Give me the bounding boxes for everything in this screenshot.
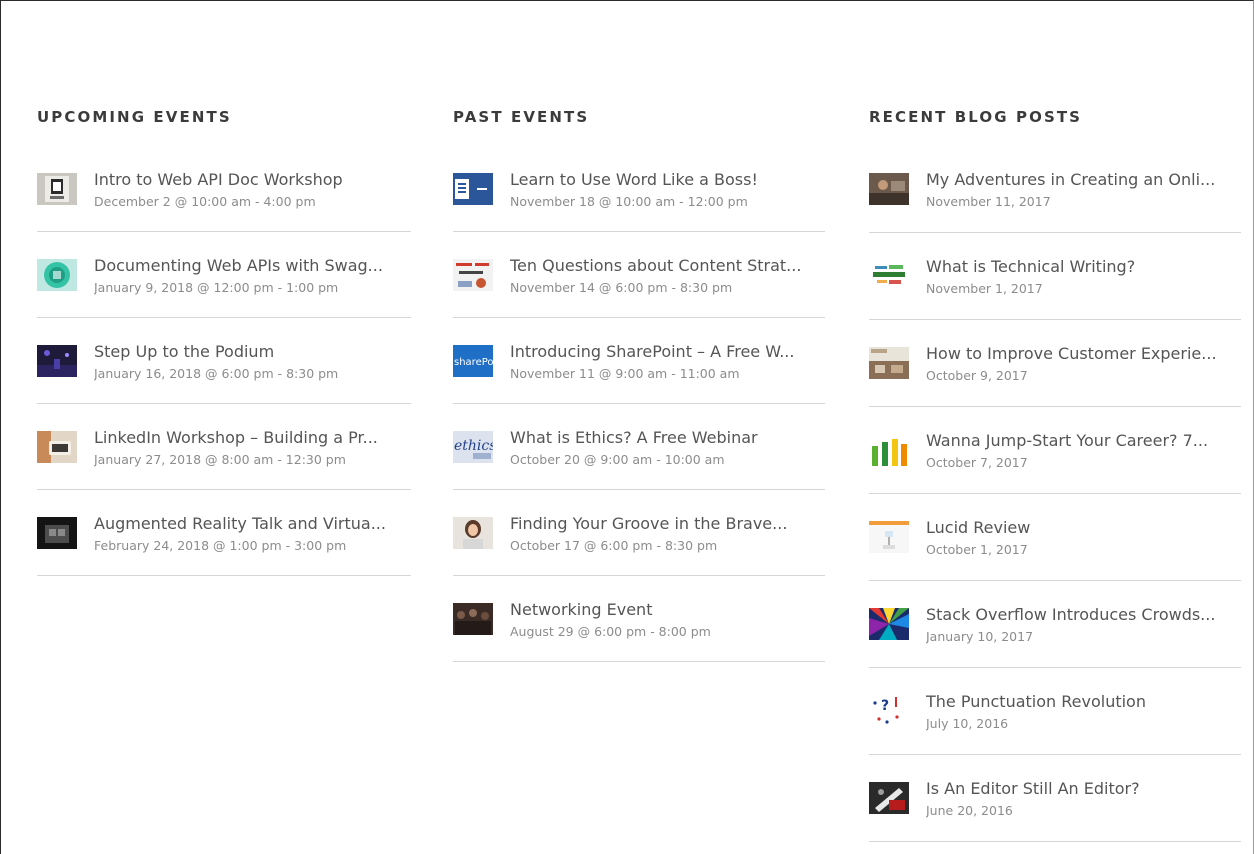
event-title-link[interactable]: Introducing SharePoint – A Free W... xyxy=(510,342,825,362)
blog-post-date: July 10, 2016 xyxy=(926,716,1009,731)
event-date: February 24, 2018 @ 1:00 pm - 3:00 pm xyxy=(94,538,347,553)
blog-post-title-link[interactable]: Stack Overflow Introduces Crowds... xyxy=(926,605,1241,625)
vr-headset-thumbnail[interactable] xyxy=(37,517,77,549)
event-date: January 16, 2018 @ 6:00 pm - 8:30 pm xyxy=(94,366,339,381)
ethics-thumbnail-text: ethics xyxy=(454,438,493,454)
list-item[interactable]: ethics What is Ethics? A Free Webinar Oc… xyxy=(453,404,825,490)
event-title-link[interactable]: Step Up to the Podium xyxy=(94,342,411,362)
list-item[interactable]: Learn to Use Word Like a Boss! November … xyxy=(453,146,825,232)
event-date: October 17 @ 6:00 pm - 8:30 pm xyxy=(510,538,718,553)
recent-blog-posts-heading: RECENT BLOG POSTS xyxy=(869,108,1083,126)
event-title-link[interactable]: Intro to Web API Doc Workshop xyxy=(94,170,411,190)
list-item[interactable]: sharePo Introducing SharePoint – A Free … xyxy=(453,318,825,404)
list-item[interactable]: How to Improve Customer Experie... Octob… xyxy=(869,320,1241,407)
event-title-link[interactable]: Ten Questions about Content Strat... xyxy=(510,256,825,276)
list-item[interactable]: Stack Overflow Introduces Crowds... Janu… xyxy=(869,581,1241,668)
desk-photo-thumbnail[interactable] xyxy=(869,173,909,205)
list-item[interactable]: Lucid Review October 1, 2017 xyxy=(869,494,1241,581)
api-logo-thumbnail[interactable] xyxy=(37,259,77,291)
punctuation-thumbnail-text: ? xyxy=(881,698,889,714)
event-date: November 14 @ 6:00 pm - 8:30 pm xyxy=(510,280,733,295)
list-item[interactable]: LinkedIn Workshop – Building a Pr... Jan… xyxy=(37,404,411,490)
event-date: January 27, 2018 @ 8:00 am - 12:30 pm xyxy=(94,452,346,467)
list-item[interactable]: Intro to Web API Doc Workshop December 2… xyxy=(37,146,411,232)
blog-post-date: January 10, 2017 xyxy=(926,629,1034,644)
blog-post-date: June 20, 2016 xyxy=(926,803,1013,818)
punctuation-thumbnail[interactable]: ? xyxy=(869,695,909,727)
list-item[interactable]: Is An Editor Still An Editor? June 20, 2… xyxy=(869,755,1241,842)
diagram-thumbnail[interactable] xyxy=(869,521,909,553)
list-item[interactable]: Wanna Jump-Start Your Career? 7... Octob… xyxy=(869,407,1241,494)
event-date: August 29 @ 6:00 pm - 8:00 pm xyxy=(510,624,711,639)
blog-post-date: October 7, 2017 xyxy=(926,455,1028,470)
hands-thumbnail[interactable] xyxy=(869,434,909,466)
blog-post-date: October 9, 2017 xyxy=(926,368,1028,383)
blog-post-title-link[interactable]: Wanna Jump-Start Your Career? 7... xyxy=(926,431,1241,451)
event-date: December 2 @ 10:00 am - 4:00 pm xyxy=(94,194,316,209)
upcoming-events-heading: UPCOMING EVENTS xyxy=(37,108,232,126)
event-title-link[interactable]: What is Ethics? A Free Webinar xyxy=(510,428,825,448)
word-logo-thumbnail[interactable] xyxy=(453,173,493,205)
upcoming-events-list: Intro to Web API Doc Workshop December 2… xyxy=(37,146,411,576)
event-date: November 18 @ 10:00 am - 12:00 pm xyxy=(510,194,748,209)
sharepoint-thumbnail[interactable]: sharePo xyxy=(453,345,493,377)
event-title-link[interactable]: Finding Your Groove in the Brave... xyxy=(510,514,825,534)
list-item[interactable]: Ten Questions about Content Strat... Nov… xyxy=(453,232,825,318)
blog-post-title-link[interactable]: How to Improve Customer Experie... xyxy=(926,344,1241,364)
list-item[interactable]: ? The Punctuation Revolution July 10, 20… xyxy=(869,668,1241,755)
blog-post-title-link[interactable]: Is An Editor Still An Editor? xyxy=(926,779,1241,799)
event-date: October 20 @ 9:00 am - 10:00 am xyxy=(510,452,725,467)
event-title-link[interactable]: Networking Event xyxy=(510,600,825,620)
event-title-link[interactable]: LinkedIn Workshop – Building a Pr... xyxy=(94,428,411,448)
event-title-link[interactable]: Documenting Web APIs with Swag... xyxy=(94,256,411,276)
list-item[interactable]: Augmented Reality Talk and Virtua... Feb… xyxy=(37,490,411,576)
sharepoint-thumbnail-text: sharePo xyxy=(454,357,493,368)
crowd-thumbnail[interactable] xyxy=(453,603,493,635)
editor-photo-thumbnail[interactable] xyxy=(869,782,909,814)
colorful-rays-thumbnail[interactable] xyxy=(869,608,909,640)
list-item[interactable]: What is Technical Writing? November 1, 2… xyxy=(869,233,1241,320)
blog-post-title-link[interactable]: My Adventures in Creating an Onli... xyxy=(926,170,1241,190)
blog-post-title-link[interactable]: The Punctuation Revolution xyxy=(926,692,1241,712)
list-item[interactable]: Documenting Web APIs with Swag... Januar… xyxy=(37,232,411,318)
blog-post-title-link[interactable]: What is Technical Writing? xyxy=(926,257,1241,277)
list-item[interactable]: My Adventures in Creating an Onli... Nov… xyxy=(869,146,1241,233)
blog-post-date: November 1, 2017 xyxy=(926,281,1043,296)
content-strategy-thumbnail[interactable] xyxy=(453,259,493,291)
linkedin-thumbnail[interactable] xyxy=(37,431,77,463)
stage-thumbnail[interactable] xyxy=(37,345,77,377)
event-title-link[interactable]: Learn to Use Word Like a Boss! xyxy=(510,170,825,190)
past-events-heading: PAST EVENTS xyxy=(453,108,590,126)
recent-blog-posts-list: My Adventures in Creating an Onli... Nov… xyxy=(869,146,1241,842)
event-title-link[interactable]: Augmented Reality Talk and Virtua... xyxy=(94,514,411,534)
past-events-list: Learn to Use Word Like a Boss! November … xyxy=(453,146,825,662)
blog-post-date: October 1, 2017 xyxy=(926,542,1028,557)
ethics-thumbnail[interactable]: ethics xyxy=(453,431,493,463)
blog-post-date: November 11, 2017 xyxy=(926,194,1051,209)
list-item[interactable]: Step Up to the Podium January 16, 2018 @… xyxy=(37,318,411,404)
event-date: January 9, 2018 @ 12:00 pm - 1:00 pm xyxy=(94,280,339,295)
blog-post-title-link[interactable]: Lucid Review xyxy=(926,518,1241,538)
poster-thumbnail[interactable] xyxy=(37,173,77,205)
portrait-thumbnail[interactable] xyxy=(453,517,493,549)
list-item[interactable]: Finding Your Groove in the Brave... Octo… xyxy=(453,490,825,576)
word-cloud-thumbnail[interactable] xyxy=(869,260,909,292)
event-date: November 11 @ 9:00 am - 11:00 am xyxy=(510,366,740,381)
list-item[interactable]: Networking Event August 29 @ 6:00 pm - 8… xyxy=(453,576,825,662)
store-thumbnail[interactable] xyxy=(869,347,909,379)
